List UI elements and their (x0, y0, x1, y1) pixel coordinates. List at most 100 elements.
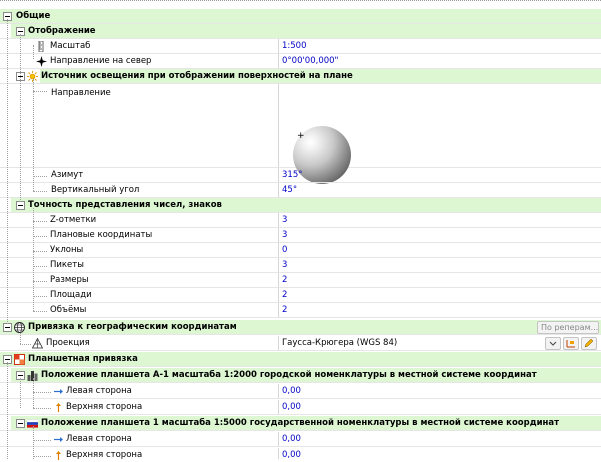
tree-line (33, 176, 47, 177)
tree-line (33, 266, 47, 267)
property-row-sheet-a1-left[interactable]: Левая сторона 0,00 (0, 384, 601, 399)
tree-line (33, 251, 47, 252)
sheet-1-left-value[interactable]: 0,00 (282, 433, 301, 446)
property-label: Направление на север (50, 56, 152, 66)
tree-line (20, 378, 21, 408)
group-sheet-binding[interactable]: Планшетная привязка (0, 352, 601, 367)
value-cell[interactable]: 0,00 (278, 448, 601, 462)
property-row-scale[interactable]: Масштаб 1:500 (0, 39, 601, 54)
tree-line (33, 426, 34, 459)
value-cell[interactable]: 0°00'00,000" (278, 54, 601, 69)
compass-icon (36, 56, 47, 67)
ruler-icon (38, 41, 44, 52)
property-label: Объёмы (50, 305, 87, 315)
value-cell[interactable]: 2 (278, 303, 601, 318)
group-display[interactable]: Отображение (0, 24, 601, 39)
volumes-value[interactable]: 2 (282, 304, 287, 317)
projection-value[interactable]: Гаусса-Крюгера (WGS 84) (282, 337, 397, 350)
areas-value[interactable]: 2 (282, 289, 287, 302)
tree-line (7, 362, 8, 459)
tree-line (33, 440, 51, 441)
dropdown-button[interactable] (545, 337, 561, 350)
tree-line (33, 378, 34, 408)
value-cell[interactable]: 2 (278, 273, 601, 288)
z-marks-value[interactable]: 3 (282, 214, 287, 227)
property-row-north-direction[interactable]: Направление на север 0°00'00,000" (0, 54, 601, 69)
vertical-angle-value[interactable]: 45° (282, 184, 297, 197)
value-cell[interactable]: 0 (278, 243, 601, 258)
property-row-sheet-1-left[interactable]: Левая сторона 0,00 (0, 432, 601, 447)
value-cell[interactable]: 3 (278, 258, 601, 273)
property-row-sheet-1-top[interactable]: Верхняя сторона 0,00 (0, 448, 601, 462)
property-label: Левая сторона (66, 386, 132, 396)
value-cell[interactable]: 3 (278, 213, 601, 228)
property-row-azimuth[interactable]: Азимут 315° (0, 168, 601, 183)
group-geo-binding[interactable]: Привязка к географическим координатам По… (0, 320, 601, 335)
value-cell[interactable]: 0,00 (278, 384, 601, 399)
pickets-value[interactable]: 3 (282, 259, 287, 272)
group-light-source[interactable]: Источник освещения при отображении повер… (0, 69, 601, 84)
group-label: Источник освещения при отображении повер… (41, 71, 353, 81)
property-label: Уклоны (50, 245, 84, 255)
sheet-a1-left-value[interactable]: 0,00 (282, 385, 301, 398)
slopes-value[interactable]: 0 (282, 244, 287, 257)
plan-coords-value[interactable]: 3 (282, 229, 287, 242)
property-label: Размеры (50, 275, 89, 285)
property-row-plan-coords[interactable]: Плановые координаты 3 (0, 228, 601, 243)
property-row-sheet-a1-top[interactable]: Верхняя сторона 0,00 (0, 400, 601, 415)
property-row-projection[interactable]: Проекция Гаусса-Крюгера (WGS 84) (0, 336, 601, 351)
collapse-icon[interactable] (16, 201, 25, 210)
tree-line (33, 91, 47, 92)
value-cell[interactable]: 2 (278, 288, 601, 303)
property-row-volumes[interactable]: Объёмы 2 (0, 303, 601, 318)
projection-settings-button[interactable] (581, 337, 597, 350)
group-precision[interactable]: Точность представления чисел, знаков (0, 198, 601, 213)
value-cell[interactable]: 1:500 (278, 39, 601, 54)
property-row-z-marks[interactable]: Z-отметки 3 (0, 213, 601, 228)
property-row-sizes[interactable]: Размеры 2 (0, 273, 601, 288)
value-cell[interactable]: 45° (278, 183, 601, 198)
property-label: Направление (51, 88, 111, 98)
property-row-vertical-angle[interactable]: Вертикальный угол 45° (0, 183, 601, 198)
value-cell[interactable]: 315° (278, 168, 601, 183)
tree-line (33, 392, 51, 393)
sheet-1-top-value[interactable]: 0,00 (282, 449, 301, 462)
row-separator (0, 398, 601, 399)
row-separator (0, 350, 601, 351)
sizes-value[interactable]: 2 (282, 274, 287, 287)
tree-line (20, 344, 31, 345)
row-separator (0, 382, 601, 383)
property-row-areas[interactable]: Площади 2 (0, 288, 601, 303)
group-label: Положение планшета А-1 масштаба 1:2000 г… (41, 370, 537, 380)
row-separator (0, 317, 601, 318)
sheet-a1-top-value[interactable]: 0,00 (282, 401, 301, 414)
property-row-slopes[interactable]: Уклоны 0 (0, 243, 601, 258)
tree-line (33, 311, 47, 312)
pencil-icon (584, 339, 594, 348)
row-separator (0, 446, 601, 447)
tree-line (33, 45, 34, 59)
arrow-right-icon (54, 389, 63, 394)
axes-icon (566, 340, 575, 348)
collapse-icon[interactable] (3, 323, 12, 332)
value-cell[interactable]: 0,00 (278, 432, 601, 447)
projection-params-button[interactable] (563, 337, 579, 350)
value-cell[interactable]: 0,00 (278, 400, 601, 415)
scale-value[interactable]: 1:500 (282, 40, 307, 53)
azimuth-value[interactable]: 315° (282, 169, 302, 182)
north-direction-value[interactable]: 0°00'00,000" (282, 55, 338, 68)
row-separator (0, 366, 601, 367)
tree-line (33, 79, 34, 191)
group-label: Положение планшета 1 масштаба 1:5000 гос… (41, 418, 560, 428)
value-cell[interactable]: 3 (278, 228, 601, 243)
row-separator (0, 414, 601, 415)
group-sheet-a1[interactable]: Положение планшета А-1 масштаба 1:2000 г… (0, 368, 601, 383)
group-general[interactable]: Общие (0, 9, 601, 24)
by-benchmarks-button[interactable]: По реперам... (537, 321, 599, 334)
tree-line (33, 281, 47, 282)
property-row-pickets[interactable]: Пикеты 3 (0, 258, 601, 273)
property-label: Плановые координаты (50, 230, 153, 240)
collapse-icon[interactable] (16, 419, 25, 428)
group-sheet-1[interactable]: Положение планшета 1 масштаба 1:5000 гос… (0, 416, 601, 431)
light-position-marker-icon[interactable]: + (297, 132, 305, 141)
